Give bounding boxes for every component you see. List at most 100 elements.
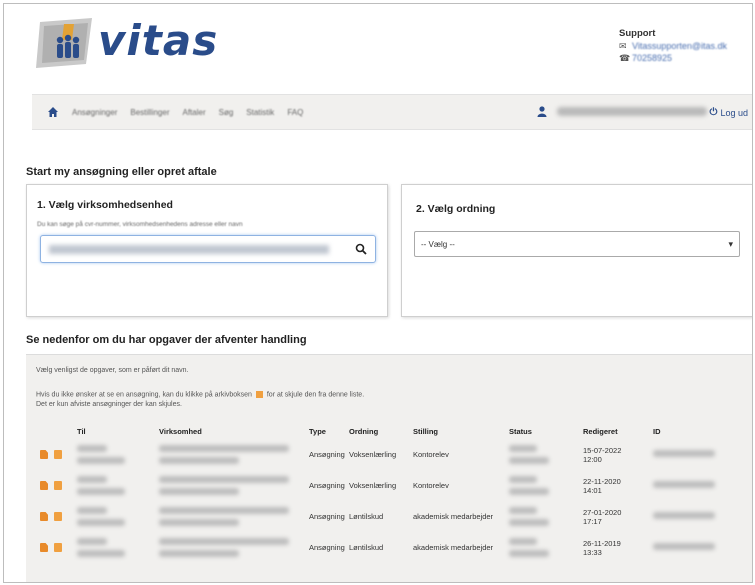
cell-time: 13:33 — [583, 547, 602, 557]
tasks-note-2a: Hvis du ikke ønsker at se en ansøgning, … — [36, 391, 252, 399]
nav-item-statistik[interactable]: Statistik — [246, 108, 274, 117]
company-redacted — [159, 445, 289, 452]
nav-item-soeg[interactable]: Søg — [219, 108, 234, 117]
cell-ordning: Løntilskud — [349, 512, 384, 521]
til-redacted — [77, 488, 125, 495]
status-redacted — [509, 507, 537, 514]
vitas-logo[interactable]: vitas — [34, 16, 234, 72]
search-icon[interactable] — [355, 243, 367, 255]
main-nav: Ansøgninger Bestillinger Aftaler Søg Sta… — [32, 94, 752, 130]
user-menu[interactable] — [537, 106, 707, 117]
panel-select-company: 1. Vælg virksomhedsenhed Du kan søge på … — [26, 184, 388, 317]
cell-ordning: Voksenlærling — [349, 450, 397, 459]
id-redacted — [653, 543, 715, 550]
nav-item-bestillinger[interactable]: Bestillinger — [130, 108, 169, 117]
table-row[interactable]: Ansøgning Løntilskud akademisk medarbejd… — [38, 501, 742, 532]
cell-type: Ansøgning — [309, 512, 345, 521]
col-status[interactable]: Status — [507, 423, 581, 439]
col-stilling[interactable]: Stilling — [411, 423, 507, 439]
status-redacted — [509, 550, 549, 557]
col-redigeret[interactable]: Redigeret — [581, 423, 651, 439]
logout-label: Log ud — [720, 107, 748, 118]
company-redacted — [159, 476, 289, 483]
nav-menu: Ansøgninger Bestillinger Aftaler Søg Sta… — [72, 108, 303, 117]
support-email[interactable]: Vitassupporten@itas.dk — [632, 40, 727, 52]
company-redacted — [159, 488, 239, 495]
scheme-select[interactable]: -- Vælg -- ▾ — [414, 231, 740, 257]
support-phone-row: ☎ 70258925 — [619, 52, 727, 64]
cell-stilling: akademisk medarbejder — [413, 543, 494, 552]
table-row[interactable]: Ansøgning Løntilskud akademisk medarbejd… — [38, 532, 742, 563]
status-redacted — [509, 445, 537, 452]
chevron-down-icon: ▾ — [728, 239, 733, 249]
tasks-note-3: Det er kun afviste ansøgninger der kan s… — [36, 401, 182, 408]
cell-stilling: Kontorelev — [413, 481, 449, 490]
tasks-note-2b: for at skjule den fra denne liste. — [266, 391, 365, 399]
status-redacted — [509, 519, 549, 526]
id-redacted — [653, 450, 715, 457]
envelope-icon: ✉ — [619, 41, 627, 51]
archive-icon[interactable] — [54, 512, 62, 521]
scheme-select-value: -- Vælg -- — [421, 240, 455, 249]
table-row[interactable]: Ansøgning Voksenlærling Kontorelev 15-07… — [38, 439, 742, 470]
table-row[interactable]: Ansøgning Voksenlærling Kontorelev 22-11… — [38, 470, 742, 501]
nav-item-aftaler[interactable]: Aftaler — [183, 108, 206, 117]
cell-stilling: akademisk medarbejder — [413, 512, 494, 521]
section-title-start: Start my ansøgning eller opret aftale — [26, 166, 217, 178]
cell-time: 12:00 — [583, 454, 602, 464]
company-redacted — [159, 550, 239, 557]
col-ordning[interactable]: Ordning — [347, 423, 411, 439]
user-name-redacted — [557, 107, 707, 116]
tasks-area: Vælg venligst de opgaver, som er påført … — [26, 354, 752, 582]
status-redacted — [509, 457, 549, 464]
support-title: Support — [619, 28, 656, 39]
til-redacted — [77, 519, 125, 526]
document-icon[interactable] — [40, 450, 48, 459]
col-type[interactable]: Type — [307, 423, 347, 439]
support-phone: 70258925 — [632, 53, 673, 63]
panel-select-scheme: 2. Vælg ordning -- Vælg -- ▾ — [401, 184, 752, 317]
support-info: Support ✉ Vitassupporten@itas.dk ☎ 70258… — [619, 28, 727, 64]
col-id[interactable]: ID — [651, 423, 742, 439]
company-redacted — [159, 507, 289, 514]
archive-icon[interactable] — [54, 481, 62, 490]
id-redacted — [653, 512, 715, 519]
col-virksomhed[interactable]: Virksomhed — [157, 423, 307, 439]
til-redacted — [77, 457, 125, 464]
search-value-redacted — [49, 245, 329, 254]
document-icon[interactable] — [40, 512, 48, 521]
til-redacted — [77, 476, 107, 483]
document-icon[interactable] — [40, 481, 48, 490]
til-redacted — [77, 507, 107, 514]
logo-text: vitas — [98, 16, 219, 65]
nav-item-ansoegninger[interactable]: Ansøgninger — [72, 108, 117, 117]
nav-item-faq[interactable]: FAQ — [287, 108, 303, 117]
cell-type: Ansøgning — [309, 450, 345, 459]
status-redacted — [509, 476, 537, 483]
user-icon — [537, 106, 547, 117]
panel2-title: 2. Vælg ordning — [416, 203, 496, 215]
company-redacted — [159, 538, 289, 545]
tasks-note-1: Vælg venligst de opgaver, som er påført … — [36, 367, 189, 374]
cell-ordning: Løntilskud — [349, 543, 384, 552]
cell-type: Ansøgning — [309, 543, 345, 552]
page-frame: vitas Support ✉ Vitassupporten@itas.dk ☎… — [3, 3, 753, 583]
company-redacted — [159, 457, 239, 464]
panel1-title: 1. Vælg virksomhedsenhed — [37, 199, 173, 211]
til-redacted — [77, 445, 107, 452]
archive-box-icon — [255, 391, 263, 398]
archive-icon[interactable] — [54, 543, 62, 552]
col-til[interactable]: Til — [75, 423, 157, 439]
home-icon[interactable] — [46, 105, 60, 119]
company-search-input[interactable] — [40, 235, 376, 263]
cell-date: 15-07-2022 — [583, 445, 622, 455]
support-email-row[interactable]: ✉ Vitassupporten@itas.dk — [619, 40, 727, 52]
status-redacted — [509, 538, 537, 545]
cell-date: 26-11-2019 — [583, 538, 621, 548]
til-redacted — [77, 538, 107, 545]
panel1-hint: Du kan søge på cvr-nummer, virksomhedsen… — [37, 221, 243, 228]
document-icon[interactable] — [40, 543, 48, 552]
logout-button[interactable]: ⏻ Log ud — [710, 107, 748, 118]
archive-icon[interactable] — [54, 450, 62, 459]
cell-stilling: Kontorelev — [413, 450, 449, 459]
